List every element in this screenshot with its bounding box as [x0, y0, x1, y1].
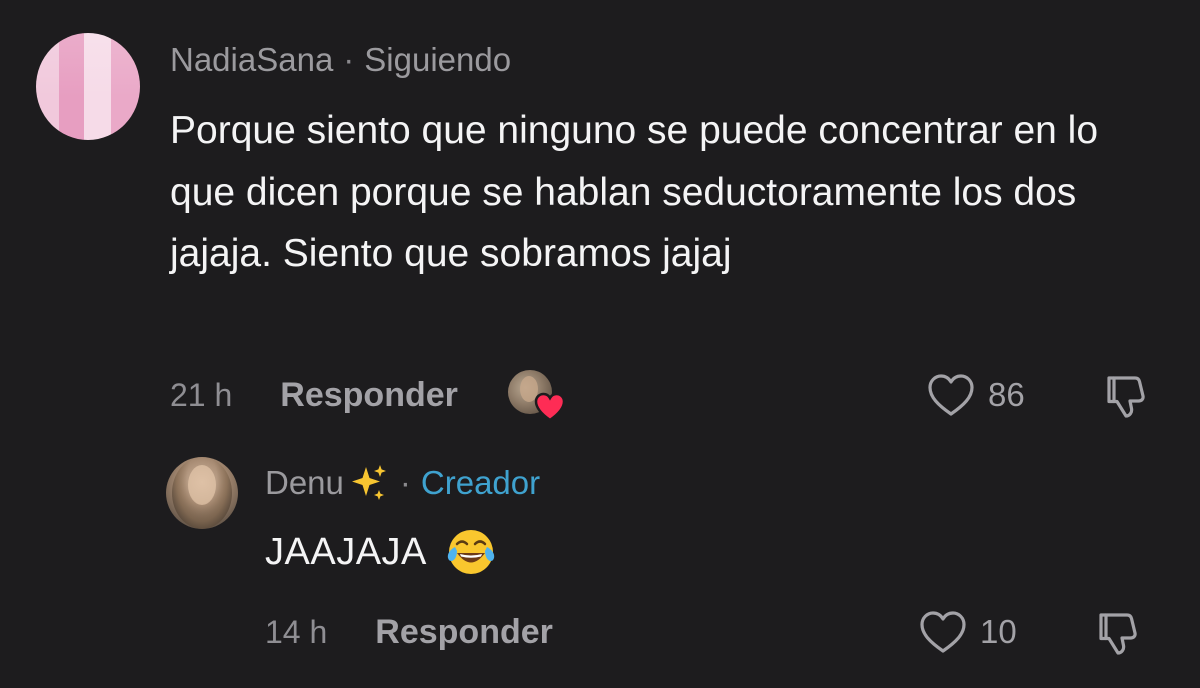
username[interactable]: Denu — [265, 464, 344, 502]
separator-dot: · — [343, 41, 355, 78]
thumbs-down-outline-icon[interactable] — [1094, 608, 1148, 658]
comment-text: Porque siento que ninguno se puede conce… — [170, 109, 1099, 275]
red-heart-icon — [534, 392, 566, 422]
reply-text-row: JAAJAJA — [265, 524, 497, 580]
liked-by-creator-indicator — [507, 370, 566, 422]
heart-outline-icon[interactable] — [926, 372, 976, 418]
creator-badge: Creador — [420, 464, 541, 501]
heart-outline-icon[interactable] — [918, 609, 968, 655]
username[interactable]: NadiaSana — [170, 41, 333, 79]
comment-meta-row: 21 h Responder — [170, 370, 566, 422]
thumbs-down-outline-icon[interactable] — [1102, 371, 1156, 421]
reply-time: 14 h — [265, 613, 328, 650]
face-with-tears-of-joy-icon — [447, 530, 495, 574]
reply-text: JAAJAJA — [265, 530, 427, 573]
like-count: 10 — [980, 613, 1017, 650]
avatar-nadiasana[interactable] — [36, 33, 140, 140]
reply-meta-row: 14 h Responder — [265, 609, 553, 655]
reply-button[interactable]: Responder — [280, 376, 458, 415]
like-count: 86 — [988, 376, 1025, 413]
following-label: Siguiendo — [364, 41, 512, 78]
comment-time: 21 h — [170, 376, 233, 413]
comment-header: NadiaSana · Siguiendo — [170, 40, 511, 80]
comments-screen: NadiaSana · Siguiendo Porque siento que … — [0, 0, 1200, 688]
sparkles-icon — [351, 465, 386, 500]
separator-dot: · — [399, 464, 411, 501]
reply-like-group: 10 — [918, 608, 1017, 656]
reply-button[interactable]: Responder — [375, 613, 553, 652]
like-group: 86 — [926, 371, 1025, 419]
avatar-denu[interactable] — [166, 457, 238, 529]
reply-header: Denu · Creador — [265, 462, 540, 504]
